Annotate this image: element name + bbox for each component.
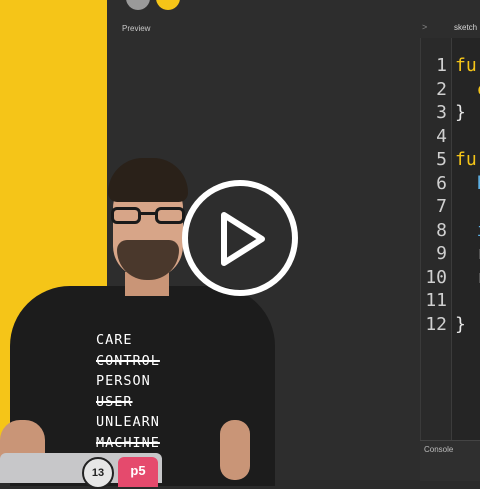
code-editor[interactable]: 1fu2 c3}45fu6 b78 i9 r10 r1112} bbox=[420, 38, 480, 440]
line-number: 8 bbox=[436, 219, 447, 241]
code-line[interactable]: 1 fu bbox=[421, 54, 480, 77]
code-line[interactable]: 5 fu bbox=[421, 148, 480, 171]
line-number: 6 bbox=[436, 172, 447, 194]
line-number: 10 bbox=[425, 266, 447, 288]
code-text: r bbox=[455, 242, 480, 265]
shirt-word: MACHINE bbox=[96, 434, 160, 451]
laptop-sticker-p5: p5 bbox=[118, 457, 158, 487]
code-line[interactable]: 10 r bbox=[421, 266, 480, 289]
shirt-word: UNLEARN bbox=[96, 414, 160, 430]
code-line[interactable]: 12} bbox=[421, 313, 480, 336]
line-number: 9 bbox=[436, 243, 447, 264]
preview-label: Preview bbox=[122, 24, 151, 33]
file-tab[interactable]: sketch bbox=[454, 23, 477, 32]
code-line[interactable]: 7 bbox=[421, 195, 480, 218]
code-line[interactable]: 3} bbox=[421, 101, 480, 124]
line-number: 11 bbox=[425, 290, 447, 311]
chevron-right-icon[interactable]: > bbox=[422, 22, 427, 32]
line-number: 7 bbox=[436, 196, 447, 217]
laptop-sticker-13: 13 bbox=[82, 457, 114, 489]
right-arm bbox=[220, 420, 250, 480]
code-line[interactable]: 9 r bbox=[421, 242, 480, 265]
video-play-button[interactable] bbox=[182, 180, 298, 296]
line-number: 2 bbox=[436, 78, 447, 100]
window-controls bbox=[126, 0, 180, 10]
shirt-word: CARE bbox=[96, 332, 133, 348]
code-text: r bbox=[455, 266, 480, 289]
shirt-word: CONTROL bbox=[96, 352, 160, 369]
stop-button[interactable] bbox=[126, 0, 150, 10]
code-line[interactable]: 4 bbox=[421, 125, 480, 148]
play-sketch-button[interactable] bbox=[156, 0, 180, 10]
line-number: 5 bbox=[436, 149, 447, 170]
shirt-word: USER bbox=[96, 393, 133, 410]
code-text: fu bbox=[455, 55, 477, 76]
code-line[interactable]: 11 bbox=[421, 289, 480, 312]
glasses bbox=[111, 207, 187, 225]
code-text: i bbox=[455, 219, 480, 242]
line-number: 4 bbox=[436, 125, 447, 147]
code-line[interactable]: 2 c bbox=[421, 78, 480, 101]
code-text: } bbox=[455, 102, 466, 123]
line-number: 12 bbox=[425, 313, 447, 335]
shirt-word: PERSON bbox=[96, 373, 151, 389]
line-number: 1 bbox=[436, 55, 447, 76]
console-label: Console bbox=[424, 445, 454, 454]
code-text: } bbox=[455, 313, 466, 335]
code-text: fu bbox=[455, 149, 477, 170]
code-text: b bbox=[455, 172, 480, 195]
line-number: 3 bbox=[436, 102, 447, 123]
play-icon bbox=[221, 212, 265, 266]
code-line[interactable]: 6 b bbox=[421, 172, 480, 195]
code-line[interactable]: 8 i bbox=[421, 219, 480, 242]
hair bbox=[108, 158, 188, 202]
code-text: c bbox=[455, 78, 480, 101]
shirt-print: CARECONTROLPERSONUSERUNLEARNMACHINELEARN bbox=[96, 330, 216, 474]
